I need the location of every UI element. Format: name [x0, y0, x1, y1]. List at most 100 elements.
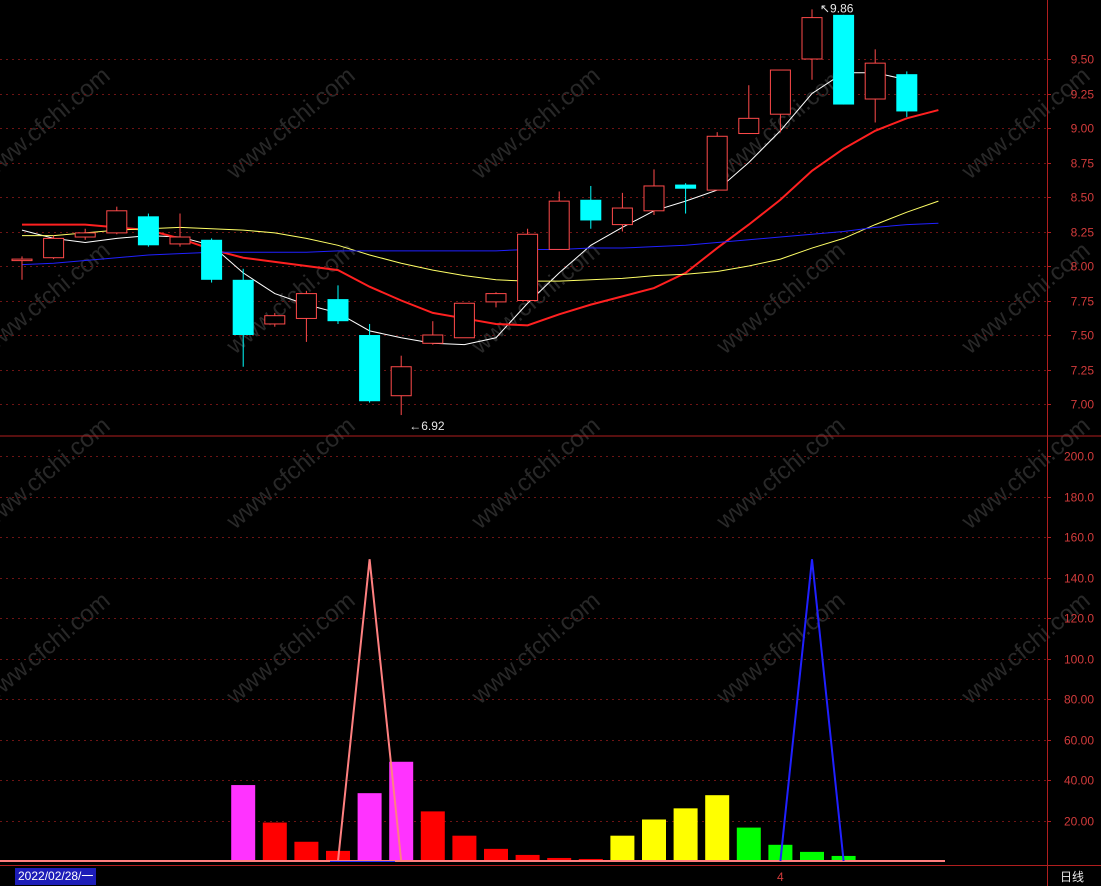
indicator-tick-label: 60.00 — [1064, 734, 1094, 748]
watermark-text: www.cfchi.com — [221, 62, 361, 185]
stock-chart: www.cfchi.com www.cfchi.com www.cfchi.com w… — [0, 0, 1101, 886]
candle-body — [738, 117, 760, 135]
price-tick-label: 8.50 — [1071, 191, 1095, 205]
candle[interactable] — [896, 71, 918, 117]
candle-body — [201, 239, 223, 280]
indicator-tick-label: 20.00 — [1064, 815, 1094, 829]
candle[interactable] — [517, 228, 539, 302]
candle[interactable] — [706, 132, 728, 191]
candle[interactable] — [453, 302, 475, 339]
price-tick-label: 9.00 — [1071, 122, 1095, 136]
indicator-bar[interactable] — [673, 808, 698, 861]
candle[interactable] — [295, 290, 317, 342]
candle-body — [833, 14, 855, 105]
candle[interactable] — [43, 235, 65, 260]
price-tick-label: 9.25 — [1071, 88, 1095, 102]
candle-body — [106, 210, 128, 234]
candle[interactable] — [864, 49, 886, 123]
candle[interactable] — [801, 9, 823, 80]
watermark-text: www.cfchi.com — [466, 412, 606, 535]
candle[interactable] — [327, 285, 349, 324]
price-tick-label: 7.25 — [1071, 364, 1095, 378]
candle-body — [801, 17, 823, 60]
candle-body — [359, 335, 381, 402]
candle-body — [43, 237, 65, 259]
indicator-bar[interactable] — [452, 835, 477, 861]
candle-body — [611, 207, 633, 226]
indicator-bar[interactable] — [357, 793, 382, 861]
indicator-tick-label: 80.00 — [1064, 693, 1094, 707]
price-annotation: ↖9.86 — [820, 1, 854, 15]
candle-body — [864, 62, 886, 100]
candle[interactable] — [106, 206, 128, 235]
candle[interactable] — [738, 85, 760, 135]
candle[interactable] — [390, 355, 412, 416]
candle[interactable] — [169, 213, 191, 247]
price-tick-label: 7.00 — [1071, 398, 1095, 412]
price-annotation: ←6.92 — [409, 419, 445, 433]
candle[interactable] — [11, 256, 33, 280]
candle-body — [232, 279, 254, 335]
candle[interactable] — [137, 213, 159, 247]
indicator-tick-label: 120.0 — [1064, 612, 1094, 626]
indicator-bar[interactable] — [800, 851, 824, 861]
candle[interactable] — [359, 323, 381, 403]
watermark-text: www.cfchi.com — [956, 412, 1096, 535]
candle[interactable] — [548, 191, 570, 250]
watermark-text: www.cfchi.com — [711, 587, 851, 710]
indicator-tick-label: 140.0 — [1064, 572, 1094, 586]
candle[interactable] — [74, 228, 96, 240]
candle-body — [11, 258, 33, 262]
candle-body — [264, 315, 286, 325]
indicator-bar[interactable] — [705, 795, 730, 861]
price-tick-label: 7.50 — [1071, 329, 1095, 343]
price-tick-label: 8.75 — [1071, 157, 1095, 171]
candle[interactable] — [833, 14, 855, 105]
watermark-text: www.cfchi.com — [221, 587, 361, 710]
indicator-gridlines — [0, 456, 1047, 822]
watermark-text: www.cfchi.com — [711, 237, 851, 360]
candle-body — [706, 135, 728, 191]
indicator-tick-label: 200.0 — [1064, 450, 1094, 464]
price-tick-label: 7.75 — [1071, 295, 1095, 309]
indicator-bar[interactable] — [642, 819, 666, 861]
watermark-text: www.cfchi.com — [466, 587, 606, 710]
candle[interactable] — [422, 321, 444, 345]
indicator-tick-label: 100.0 — [1064, 653, 1094, 667]
candle-body — [74, 232, 96, 238]
indicator-bar[interactable] — [610, 835, 635, 861]
candle-body — [327, 299, 349, 322]
watermark-text: www.cfchi.com — [0, 62, 115, 185]
indicator-bar[interactable] — [294, 841, 319, 861]
candle[interactable] — [643, 169, 665, 215]
indicator-bar[interactable] — [736, 827, 761, 861]
candlesticks[interactable] — [11, 9, 918, 416]
indicator-bar[interactable] — [262, 822, 287, 861]
candle[interactable] — [611, 192, 633, 232]
indicator-bar[interactable] — [420, 811, 445, 861]
candle-body — [517, 233, 539, 301]
candle-body — [453, 302, 475, 339]
candle-body — [896, 74, 918, 112]
candle-body — [137, 216, 159, 246]
watermark-text: www.cfchi.com — [221, 412, 361, 535]
candle[interactable] — [485, 292, 507, 308]
candle-body — [295, 293, 317, 319]
month-marker-label: 4 — [777, 870, 784, 884]
moving-average-line — [21, 222, 939, 266]
candle[interactable] — [201, 238, 223, 283]
period-label[interactable]: 日线 — [1060, 869, 1084, 885]
indicator-bar[interactable] — [231, 785, 256, 861]
candle[interactable] — [580, 185, 602, 229]
indicator-bar[interactable] — [484, 848, 508, 861]
candle-body — [390, 366, 412, 397]
indicator-tick-label: 40.00 — [1064, 774, 1094, 788]
indicator-tick-label: 180.0 — [1064, 491, 1094, 505]
candle-body — [580, 199, 602, 221]
watermark-text: www.cfchi.com — [0, 412, 115, 535]
price-tick-label: 8.00 — [1071, 260, 1095, 274]
watermark-text: www.cfchi.com — [711, 412, 851, 535]
candle-body — [422, 334, 444, 344]
indicator-bars[interactable] — [0, 761, 945, 862]
price-tick-label: 9.50 — [1071, 53, 1095, 67]
